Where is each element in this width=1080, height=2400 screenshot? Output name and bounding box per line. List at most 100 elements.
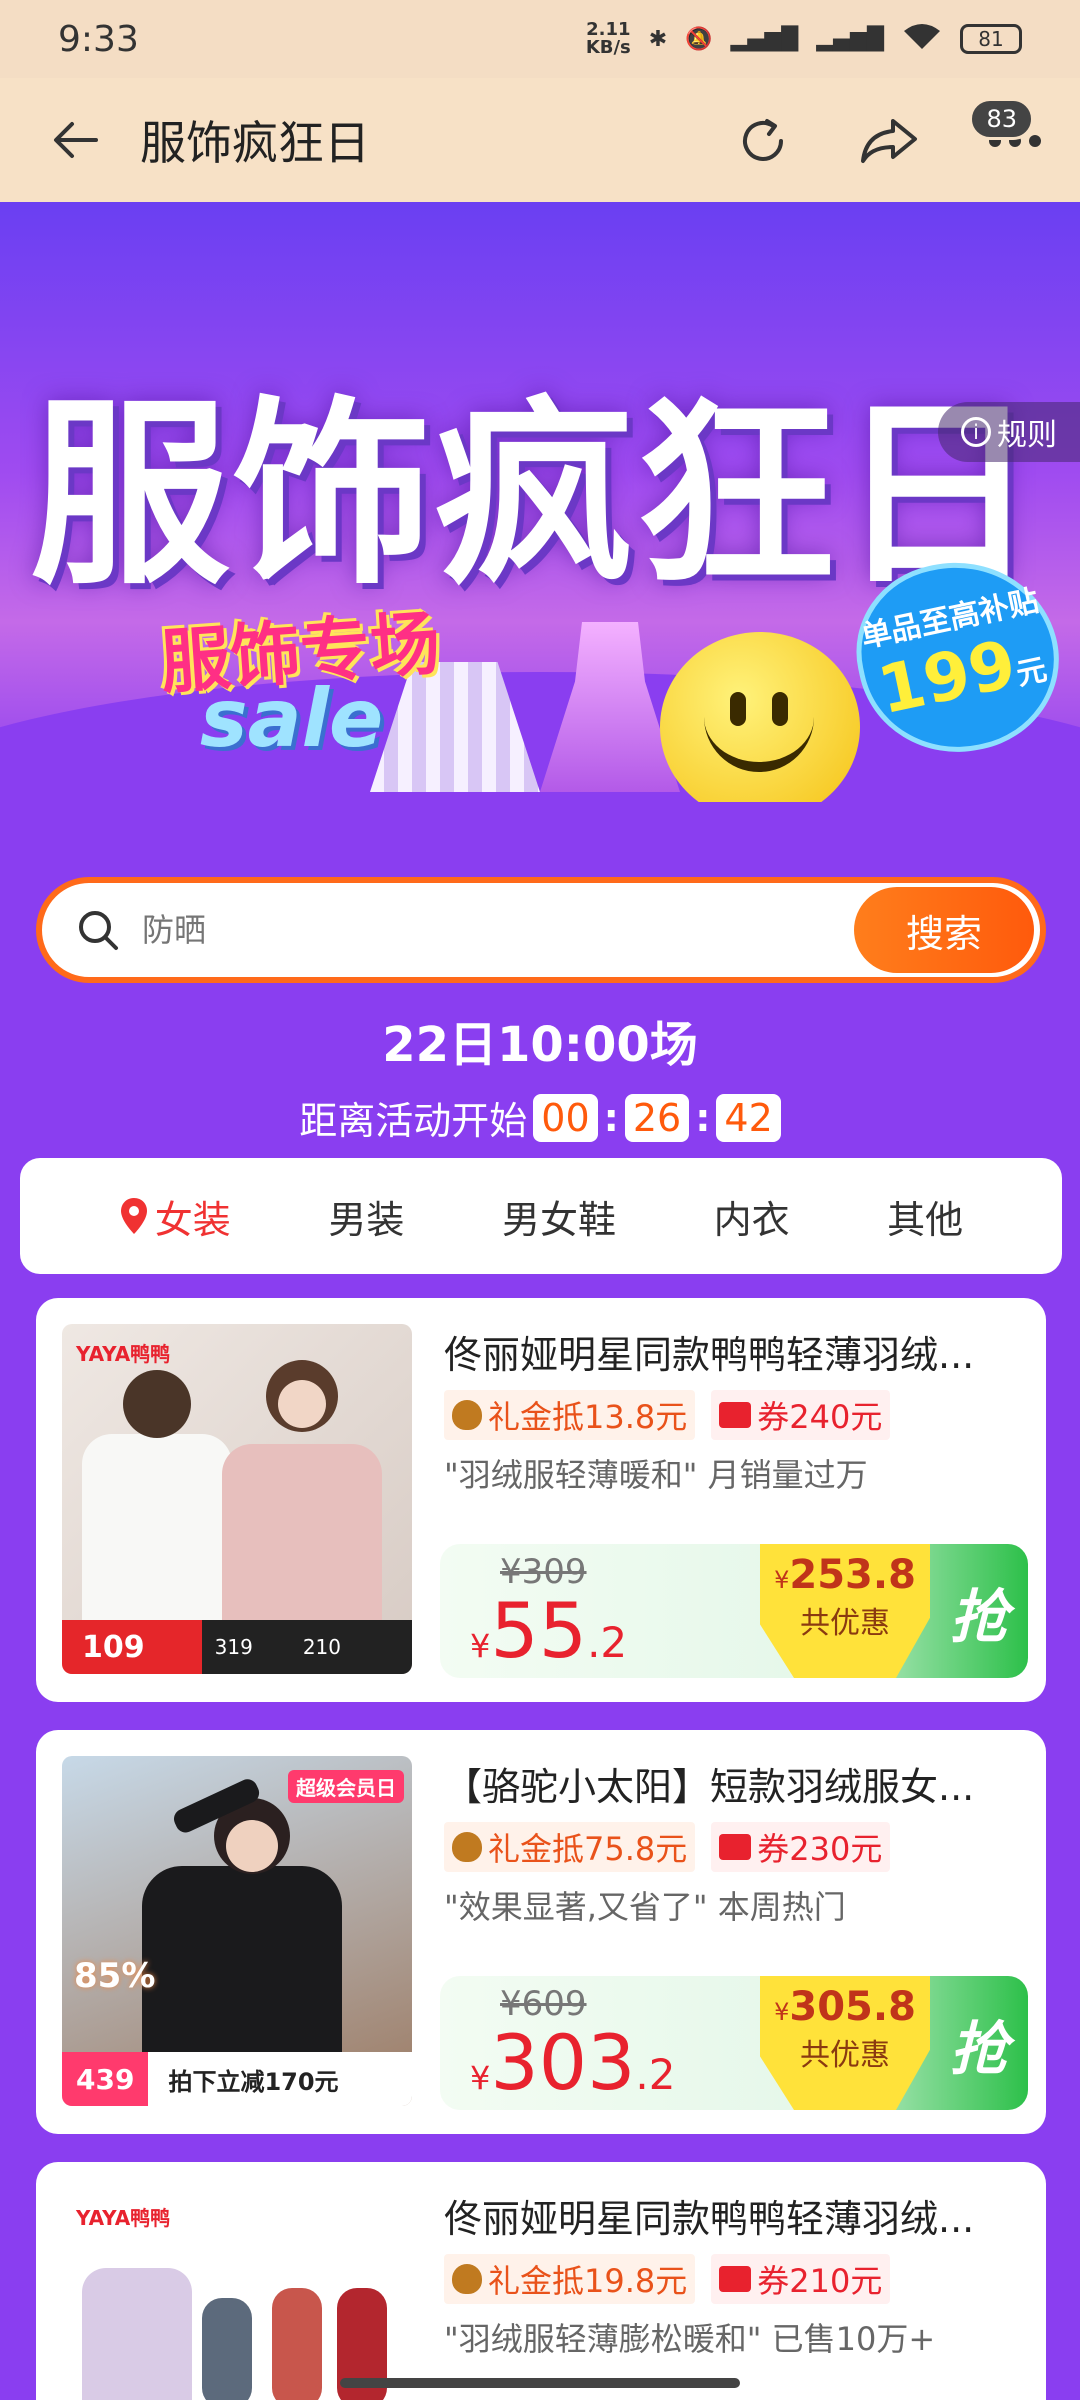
refresh-icon — [743, 119, 783, 161]
countdown-hours: 00 — [533, 1093, 598, 1142]
product-tags: 礼金抵75.8元 券230元 — [444, 1822, 891, 1872]
discount-badge: ¥253.8 共优惠 — [760, 1544, 930, 1678]
image-price-strip: 439 拍下立减170元 — [62, 2052, 412, 2106]
product-review-quote: "效果显著,又省了" 本周热门 — [444, 1888, 846, 1926]
discount-amount: 305.8 — [789, 1984, 916, 2030]
product-title[interactable]: 【骆驼小太阳】短款羽绒服女... — [444, 1756, 1024, 1811]
back-arrow-icon — [54, 122, 98, 158]
cash-gift-text: 礼金抵75.8元 — [488, 1830, 688, 1868]
product-card[interactable]: YAYA鸭鸭 109 319 210 佟丽娅明星同款鸭鸭轻薄羽绒... 礼金抵1… — [36, 1298, 1046, 1702]
coupon-tag: 券240元 — [711, 1390, 891, 1440]
tab-label: 其他 — [887, 1197, 964, 1242]
image-note: 拍下立减170元 — [168, 2067, 339, 2096]
rules-button[interactable]: i 规则 — [938, 402, 1080, 462]
coupon-tag: 券230元 — [711, 1822, 891, 1872]
discount-label: 共优惠 — [800, 2038, 890, 2073]
brand-logo: YAYA鸭鸭 — [76, 1342, 171, 1366]
image-note: 210 — [302, 1635, 341, 1659]
product-tags: 礼金抵19.8元 券210元 — [444, 2254, 891, 2304]
signal-icon: ▂▄▆█ — [730, 26, 799, 52]
product-title[interactable]: 佟丽娅明星同款鸭鸭轻薄羽绒... — [444, 2188, 1024, 2243]
money-bag-icon — [452, 1832, 482, 1862]
cash-gift-tag: 礼金抵13.8元 — [444, 1390, 696, 1440]
image-price: 439 — [62, 2052, 149, 2106]
product-card[interactable]: YAYA鸭鸭 佟丽娅明星同款鸭鸭轻薄羽绒... 礼金抵19.8元 券210元 "… — [36, 2162, 1046, 2400]
page-title: 服饰疯狂日 — [140, 116, 370, 170]
colon: : — [603, 1095, 619, 1140]
currency: ¥ — [470, 2059, 491, 2097]
share-icon — [861, 119, 917, 163]
currency: ¥ — [470, 1627, 491, 1665]
cash-gift-tag: 礼金抵75.8元 — [444, 1822, 696, 1872]
coupon-icon — [719, 1834, 752, 1860]
grab-button[interactable]: 抢 — [950, 1570, 1008, 1654]
tab-mens[interactable]: 男装 — [328, 1189, 404, 1244]
session-title: 22日10:00场 — [382, 1017, 698, 1073]
signal-icon-2: ▂▄▆█ — [816, 26, 884, 52]
product-review-quote: "羽绒服轻薄膨松暖和" 已售10万+ — [444, 2320, 936, 2358]
countdown-minutes: 26 — [624, 1093, 690, 1142]
price-decimal: .2 — [635, 2050, 676, 2099]
product-card[interactable]: 超级会员日 85% 439 拍下立减170元 【骆驼小太阳】短款羽绒服女... … — [36, 1730, 1046, 2134]
price-box[interactable]: ¥309 ¥55.2 ¥253.8 共优惠 抢 — [440, 1544, 1028, 1678]
wifi-icon — [902, 21, 942, 57]
home-indicator[interactable] — [340, 2378, 740, 2388]
product-image[interactable]: 超级会员日 85% 439 拍下立减170元 — [62, 1756, 412, 2106]
tab-label: 内衣 — [713, 1197, 790, 1242]
coupon-text: 券240元 — [757, 1398, 883, 1436]
info-icon: i — [961, 417, 991, 447]
more-button[interactable]: 83 — [969, 98, 1050, 176]
product-image[interactable]: YAYA鸭鸭 109 319 210 — [62, 1324, 412, 1674]
grab-button[interactable]: 抢 — [950, 2002, 1008, 2086]
network-speed: 2.11 KB/s — [586, 21, 631, 57]
image-stat: 85% — [74, 1956, 156, 1996]
search-input[interactable] — [142, 911, 742, 949]
product-image[interactable]: YAYA鸭鸭 — [62, 2188, 412, 2400]
currency: ¥ — [774, 1998, 790, 2026]
network-speed-unit: KB/s — [585, 37, 631, 58]
banner-sale-text: sale — [200, 672, 384, 765]
category-tabs: 女装 男装 男女鞋 内衣 其他 — [20, 1158, 1062, 1274]
search-button[interactable]: 搜索 — [854, 887, 1034, 973]
coupon-tag: 券210元 — [711, 2254, 891, 2304]
back-button[interactable] — [40, 105, 110, 175]
bluetooth-icon: ✱ — [648, 26, 668, 52]
status-icons: 2.11 KB/s ✱ 🔕 ▂▄▆█ ▂▄▆█ 81 — [586, 21, 1022, 57]
top-nav-bar: 服饰疯狂日 83 — [0, 78, 1080, 202]
price-integer: 55 — [490, 1586, 588, 1675]
refresh-button[interactable] — [728, 106, 798, 176]
brand-logo: YAYA鸭鸭 — [76, 2206, 171, 2230]
smiley-illustration — [660, 632, 860, 802]
cash-gift-tag: 礼金抵19.8元 — [444, 2254, 696, 2304]
product-title[interactable]: 佟丽娅明星同款鸭鸭轻薄羽绒... — [444, 1324, 1024, 1379]
battery-level: 81 — [978, 27, 1004, 51]
mute-icon: 🔕 — [685, 26, 713, 52]
promo-banner: 服饰疯狂日 服饰专场 sale i 规则 单品至高补贴 199元 — [0, 202, 1080, 802]
image-price: 109 — [82, 1629, 145, 1665]
tab-womens[interactable]: 女装 — [119, 1189, 231, 1244]
currency: ¥ — [774, 1566, 790, 1594]
tab-label: 男女鞋 — [501, 1197, 616, 1242]
banner-headline: 服饰疯狂日 — [30, 379, 1041, 612]
current-price: ¥303.2 — [470, 2018, 676, 2107]
rules-label: 规则 — [997, 418, 1057, 453]
price-box[interactable]: ¥609 ¥303.2 ¥305.8 共优惠 抢 — [440, 1976, 1028, 2110]
tab-label: 男装 — [328, 1197, 405, 1242]
coupon-text: 券210元 — [757, 2262, 883, 2300]
tab-underwear[interactable]: 内衣 — [714, 1189, 790, 1244]
cash-gift-text: 礼金抵19.8元 — [488, 2262, 688, 2300]
colon: : — [695, 1095, 711, 1140]
coupon-text: 券230元 — [757, 1830, 883, 1868]
search-bar: 搜索 — [36, 877, 1046, 983]
image-note: 319 — [214, 1635, 253, 1659]
tab-shoes[interactable]: 男女鞋 — [502, 1189, 616, 1244]
product-review-quote: "羽绒服轻薄暖和" 月销量过万 — [444, 1456, 868, 1494]
discount-badge: ¥305.8 共优惠 — [760, 1976, 930, 2110]
search-icon — [68, 900, 128, 960]
countdown-seconds: 42 — [716, 1093, 781, 1142]
share-button[interactable] — [854, 106, 924, 176]
status-time: 9:33 — [58, 18, 139, 60]
status-bar: 9:33 2.11 KB/s ✱ 🔕 ▂▄▆█ ▂▄▆█ 81 — [0, 0, 1080, 78]
tab-others[interactable]: 其他 — [887, 1189, 963, 1244]
coupon-icon — [719, 1402, 752, 1428]
